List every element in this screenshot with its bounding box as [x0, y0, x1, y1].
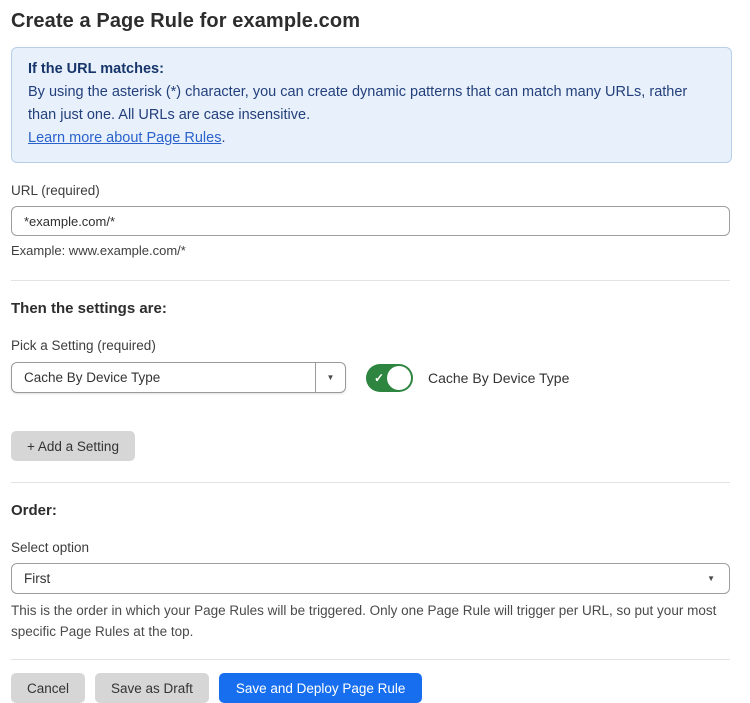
add-setting-button[interactable]: + Add a Setting	[11, 431, 135, 461]
order-helper-text: This is the order in which your Page Rul…	[11, 600, 730, 642]
toggle-knob	[387, 366, 411, 390]
info-box-body: By using the asterisk (*) character, you…	[28, 81, 715, 127]
info-box-heading: If the URL matches:	[28, 58, 715, 81]
order-select-label: Select option	[11, 540, 730, 556]
settings-section-heading: Then the settings are:	[11, 300, 730, 318]
order-select[interactable]: First ▼	[11, 563, 730, 594]
order-select-value: First	[24, 571, 50, 586]
pick-setting-label: Pick a Setting (required)	[11, 338, 730, 354]
footer-actions: Cancel Save as Draft Save and Deploy Pag…	[11, 673, 730, 703]
toggle-label: Cache By Device Type	[428, 370, 569, 386]
url-field-label: URL (required)	[11, 183, 730, 199]
save-deploy-button[interactable]: Save and Deploy Page Rule	[219, 673, 423, 703]
cache-device-toggle[interactable]: ✓	[366, 364, 413, 392]
link-suffix: .	[221, 130, 225, 146]
chevron-down-icon: ▼	[707, 575, 715, 583]
divider	[11, 659, 730, 660]
setting-select-value: Cache By Device Type	[12, 363, 315, 392]
save-draft-button[interactable]: Save as Draft	[95, 673, 209, 703]
url-example-helper: Example: www.example.com/*	[11, 243, 730, 259]
cancel-button[interactable]: Cancel	[11, 673, 85, 703]
info-link-line: Learn more about Page Rules.	[28, 127, 715, 150]
setting-select[interactable]: Cache By Device Type ▼	[11, 362, 346, 393]
url-match-info-box: If the URL matches: By using the asteris…	[11, 47, 732, 163]
order-section-heading: Order:	[11, 502, 730, 520]
setting-row: Cache By Device Type ▼ ✓ Cache By Device…	[11, 362, 730, 393]
setting-select-arrow-button[interactable]: ▼	[315, 363, 345, 392]
divider	[11, 482, 730, 483]
divider	[11, 280, 730, 281]
url-input[interactable]	[11, 206, 730, 236]
learn-more-link[interactable]: Learn more about Page Rules	[28, 130, 221, 146]
chevron-down-icon: ▼	[327, 374, 335, 382]
page-rule-form: Create a Page Rule for example.com If th…	[11, 8, 730, 703]
check-icon: ✓	[374, 371, 384, 385]
page-title: Create a Page Rule for example.com	[11, 8, 730, 34]
